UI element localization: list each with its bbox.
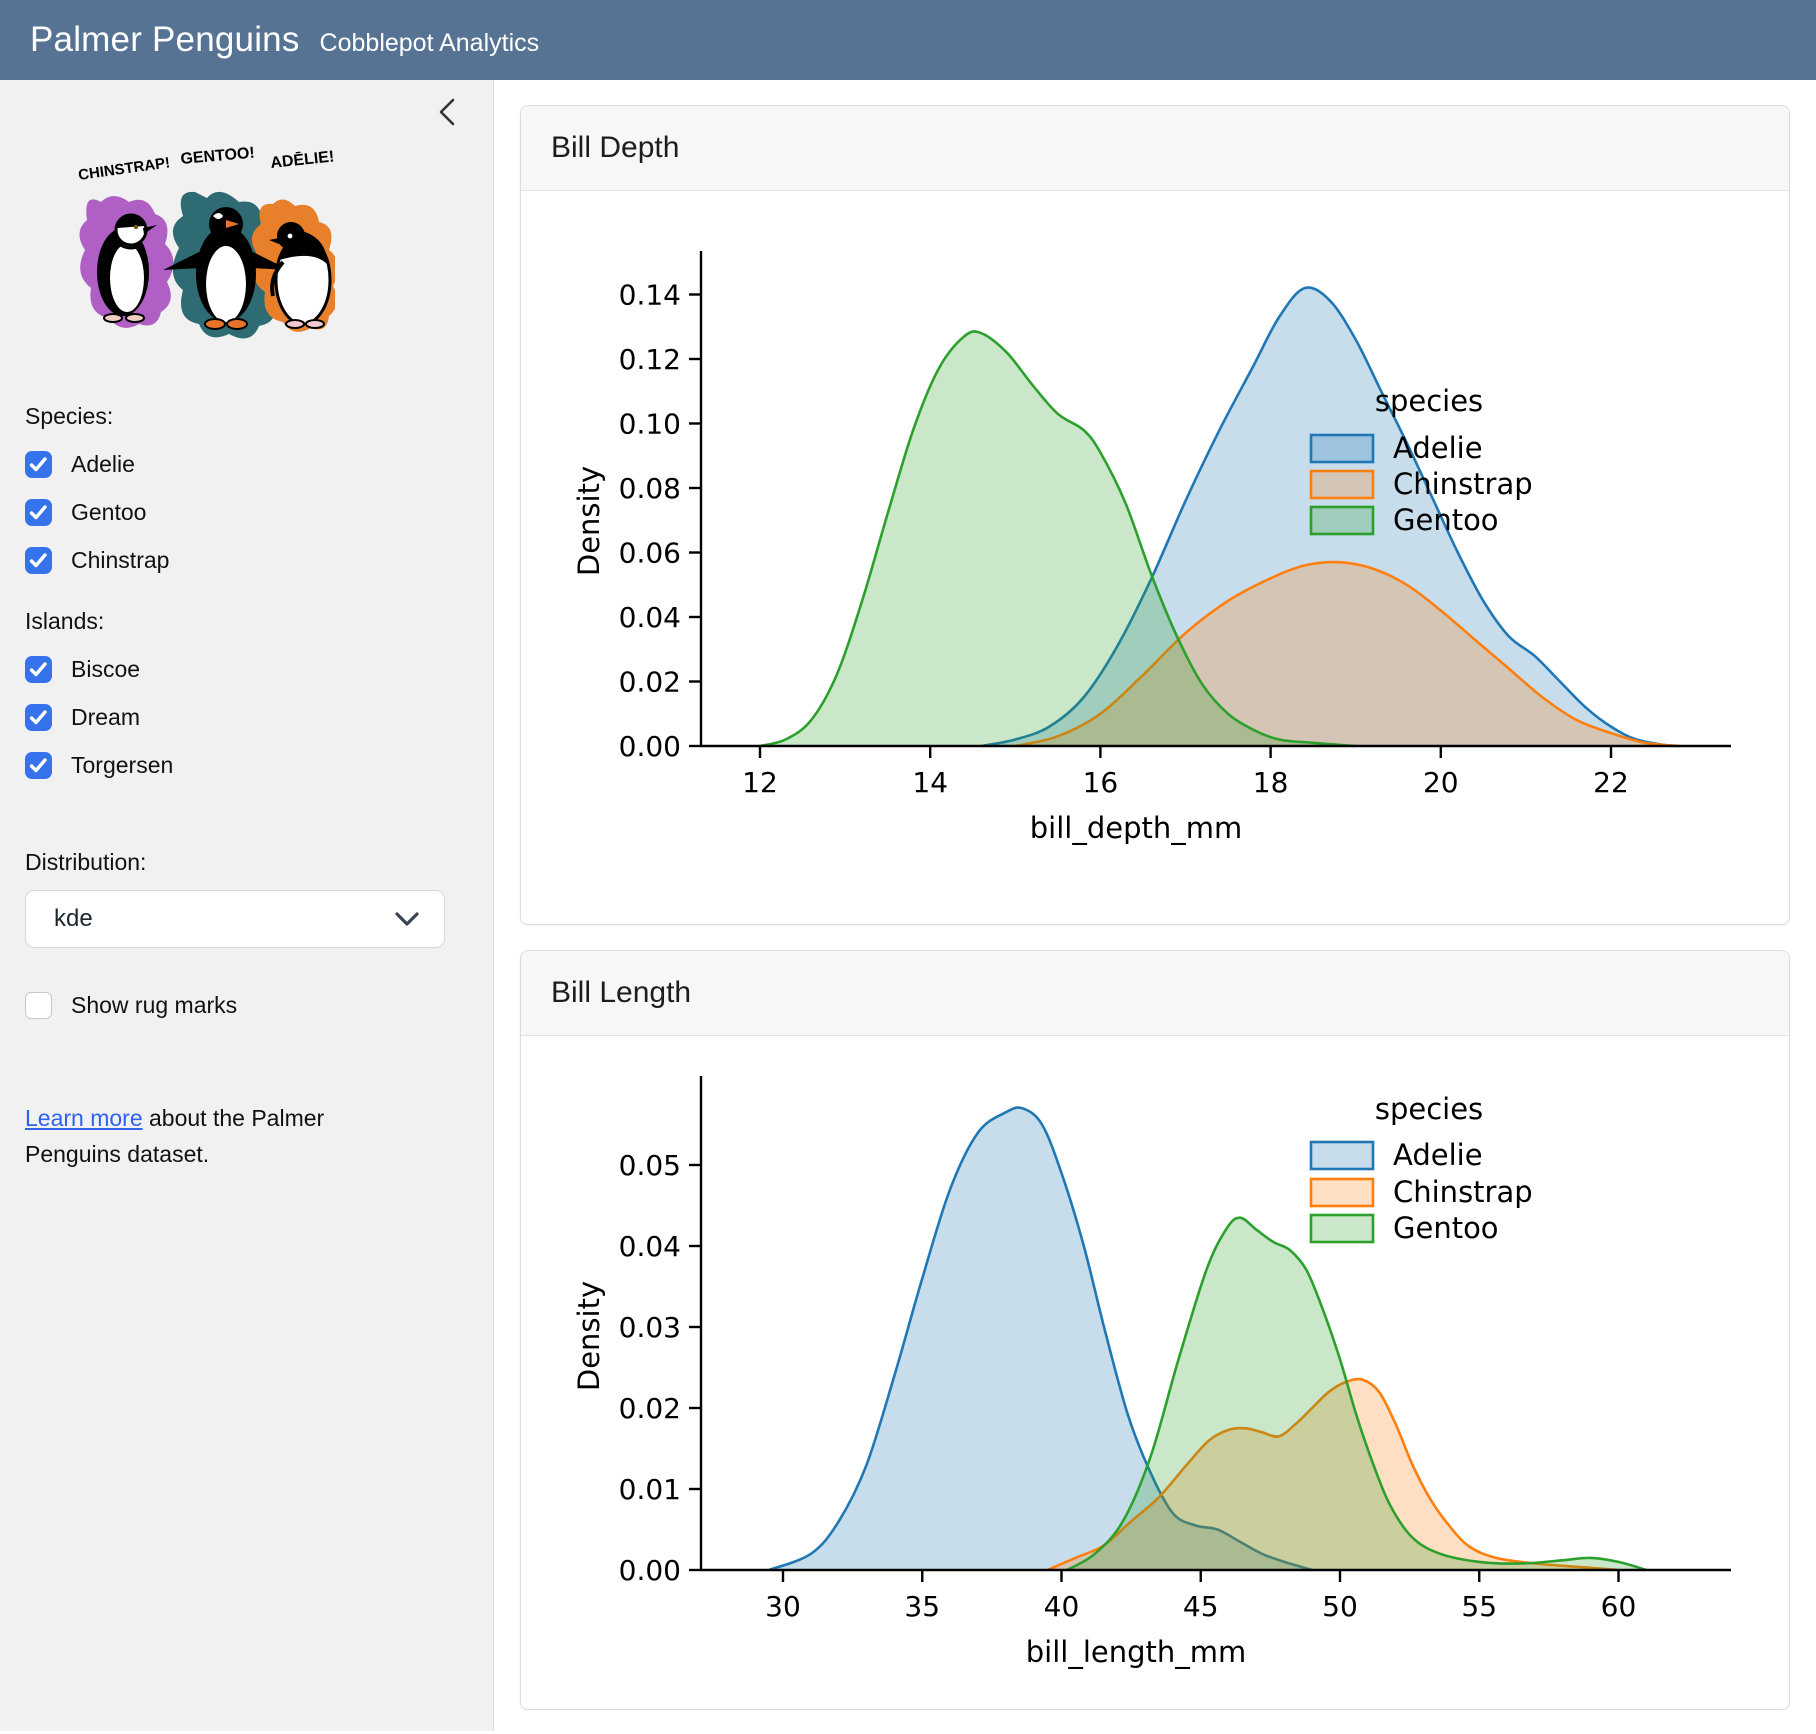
bill-depth-chart: 12 14 16 18 20 22 0.00 0.02 0.04 0.06 0.08 0.10 0.12… <box>521 191 1789 924</box>
svg-text:Density: Density <box>572 466 606 576</box>
checkbox-row-adelie[interactable]: Adelie <box>25 451 468 478</box>
svg-text:bill_length_mm: bill_length_mm <box>1026 1635 1247 1669</box>
svg-text:Adelie: Adelie <box>1393 1138 1483 1172</box>
distribution-selected-value: kde <box>54 905 93 933</box>
svg-text:Gentoo: Gentoo <box>1393 503 1499 537</box>
bill-length-chart: 30 35 40 45 50 55 60 0.00 0.01 0.02 0.03 0.04 0.05 bi… <box>521 1036 1789 1709</box>
species-group-label: Species: <box>25 403 468 430</box>
checkbox-row-chinstrap[interactable]: Chinstrap <box>25 547 468 574</box>
svg-text:species: species <box>1375 384 1483 418</box>
rug-marks-row[interactable]: Show rug marks <box>25 992 468 1019</box>
svg-text:50: 50 <box>1322 1590 1358 1623</box>
svg-text:Chinstrap: Chinstrap <box>1393 1175 1533 1209</box>
art-label-chinstrap: CHINSTRAP! <box>77 154 171 184</box>
svg-text:45: 45 <box>1183 1590 1219 1623</box>
main-content: Bill Depth 12 14 16 18 20 22 0.00 0.02 0.04 0.06 0… <box>494 80 1816 1734</box>
svg-text:0.06: 0.06 <box>619 537 681 570</box>
app-subtitle: Cobblepot Analytics <box>320 29 540 58</box>
svg-text:0.14: 0.14 <box>619 279 681 312</box>
svg-text:35: 35 <box>904 1590 940 1623</box>
svg-text:16: 16 <box>1083 766 1119 799</box>
svg-text:Density: Density <box>572 1281 606 1391</box>
art-label-gentoo: GENTOO! <box>180 145 256 168</box>
gentoo-checkbox[interactable] <box>25 499 52 526</box>
svg-text:0.08: 0.08 <box>619 472 681 505</box>
svg-text:0.02: 0.02 <box>619 666 681 699</box>
svg-text:14: 14 <box>912 766 948 799</box>
penguin-artwork-image: CHINSTRAP! GENTOO! ADĒLIE! <box>43 132 335 364</box>
svg-text:bill_depth_mm: bill_depth_mm <box>1030 811 1243 845</box>
svg-text:0.05: 0.05 <box>619 1149 681 1182</box>
svg-text:60: 60 <box>1601 1590 1637 1623</box>
svg-text:0.10: 0.10 <box>619 408 681 441</box>
learn-more-link[interactable]: Learn more <box>25 1105 143 1131</box>
svg-text:18: 18 <box>1253 766 1289 799</box>
svg-text:0.00: 0.00 <box>619 1554 681 1587</box>
svg-text:species: species <box>1375 1092 1483 1126</box>
svg-text:Adelie: Adelie <box>1393 431 1483 465</box>
chevron-down-icon <box>394 911 420 927</box>
torgersen-checkbox-label: Torgersen <box>71 752 173 779</box>
dataset-note: Learn more about the Palmer Penguins dat… <box>25 1101 370 1172</box>
islands-group-label: Islands: <box>25 608 468 635</box>
art-label-adelie: ADĒLIE! <box>269 146 335 172</box>
svg-text:30: 30 <box>765 1590 801 1623</box>
dream-checkbox-label: Dream <box>71 704 140 731</box>
svg-text:0.02: 0.02 <box>619 1392 681 1425</box>
svg-text:0.04: 0.04 <box>619 601 681 634</box>
show-rug-marks-label: Show rug marks <box>71 992 237 1019</box>
show-rug-marks-checkbox[interactable] <box>25 992 52 1019</box>
bill-depth-card-title: Bill Depth <box>521 106 1789 191</box>
svg-text:22: 22 <box>1593 766 1629 799</box>
svg-text:55: 55 <box>1461 1590 1497 1623</box>
adelie-checkbox-label: Adelie <box>71 451 135 478</box>
dream-checkbox[interactable] <box>25 704 52 731</box>
chinstrap-checkbox[interactable] <box>25 547 52 574</box>
chinstrap-checkbox-label: Chinstrap <box>71 547 169 574</box>
distribution-select[interactable]: kde <box>25 890 445 948</box>
svg-text:0.01: 0.01 <box>619 1473 681 1506</box>
distribution-label: Distribution: <box>25 849 468 876</box>
svg-text:40: 40 <box>1044 1590 1080 1623</box>
checkbox-row-torgersen[interactable]: Torgersen <box>25 752 468 779</box>
sidebar: CHINSTRAP! GENTOO! ADĒLIE! Species: Adel… <box>0 80 494 1731</box>
svg-text:Gentoo: Gentoo <box>1393 1211 1499 1245</box>
torgersen-checkbox[interactable] <box>25 752 52 779</box>
biscoe-checkbox-label: Biscoe <box>71 656 140 683</box>
bill-depth-card: Bill Depth 12 14 16 18 20 22 0.00 0.02 0.04 0.06 0… <box>520 105 1790 925</box>
svg-text:20: 20 <box>1423 766 1459 799</box>
svg-text:Chinstrap: Chinstrap <box>1393 467 1533 501</box>
chevron-left-icon <box>436 97 458 127</box>
bill-length-card-title: Bill Length <box>521 951 1789 1036</box>
adelie-checkbox[interactable] <box>25 451 52 478</box>
bill-length-card: Bill Length 30 35 40 45 50 55 60 0.00 0.01 0.02 0.… <box>520 950 1790 1710</box>
checkbox-row-biscoe[interactable]: Biscoe <box>25 656 468 683</box>
checkbox-row-dream[interactable]: Dream <box>25 704 468 731</box>
sidebar-collapse-button[interactable] <box>429 94 465 130</box>
app-header: Palmer Penguins Cobblepot Analytics <box>0 0 1816 80</box>
svg-text:0.04: 0.04 <box>619 1230 681 1263</box>
app-title: Palmer Penguins <box>30 20 300 60</box>
svg-text:0.00: 0.00 <box>619 730 681 763</box>
svg-text:0.12: 0.12 <box>619 343 681 376</box>
svg-text:0.03: 0.03 <box>619 1311 681 1344</box>
biscoe-checkbox[interactable] <box>25 656 52 683</box>
checkbox-row-gentoo[interactable]: Gentoo <box>25 499 468 526</box>
svg-text:12: 12 <box>742 766 778 799</box>
gentoo-checkbox-label: Gentoo <box>71 499 146 526</box>
